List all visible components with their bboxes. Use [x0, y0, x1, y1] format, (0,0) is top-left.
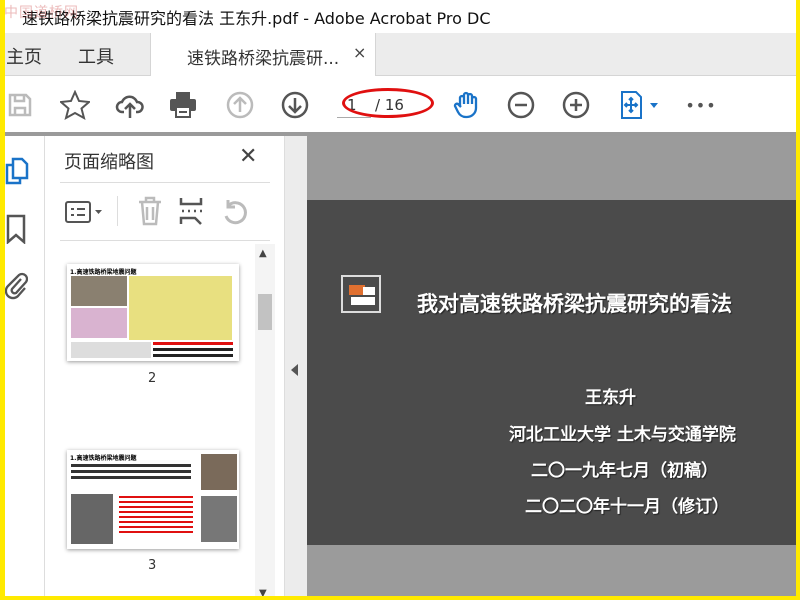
close-tab-icon[interactable]: × — [353, 43, 366, 62]
hand-icon[interactable] — [452, 90, 482, 120]
panel-title: 页面缩略图 — [64, 152, 154, 173]
insert-page-icon[interactable] — [179, 196, 205, 230]
tab-home[interactable]: 主页 — [6, 43, 42, 69]
thumbnail-page-3[interactable]: 1.高速铁路桥梁地震问题 — [67, 450, 239, 549]
divider — [117, 196, 118, 226]
slide-date-draft: 二〇一九年七月（初稿） — [531, 461, 718, 481]
bookmark-icon[interactable] — [6, 214, 26, 248]
slide-affiliation: 河北工业大学 土木与交通学院 — [509, 425, 736, 445]
fit-page-icon[interactable] — [617, 90, 663, 120]
slide-page-1: 我对高速铁路桥梁抗震研究的看法 王东升 河北工业大学 土木与交通学院 二〇一九年… — [307, 200, 800, 545]
divider — [60, 240, 270, 241]
tab-document[interactable]: 速铁路桥梁抗震研... × — [150, 33, 376, 76]
highlight-annotation — [342, 88, 434, 118]
zoom-in-icon[interactable] — [561, 90, 591, 120]
left-navigation — [0, 136, 45, 600]
tab-tools[interactable]: 工具 — [78, 43, 114, 69]
divider — [60, 182, 270, 183]
collapse-panel-handle[interactable] — [285, 136, 307, 600]
collapse-arrow-icon[interactable] — [291, 364, 298, 376]
options-menu-icon[interactable] — [65, 200, 109, 228]
thumbnail-heading: 1.高速铁路桥梁地震问题 — [70, 455, 137, 462]
zoom-out-icon[interactable] — [506, 90, 536, 120]
page-down-icon[interactable] — [280, 90, 310, 120]
page-thumbnails-icon[interactable] — [4, 156, 30, 190]
more-icon[interactable]: ••• — [685, 90, 716, 120]
cloud-upload-icon[interactable] — [115, 90, 145, 120]
tab-bar: 主页 工具 速铁路桥梁抗震研... × — [0, 33, 800, 76]
slide-logo — [341, 275, 381, 313]
rotate-icon[interactable] — [221, 198, 249, 230]
save-icon[interactable] — [5, 90, 35, 120]
window-title: 速铁路桥梁抗震研究的看法 王东升.pdf - Adobe Acrobat Pro… — [22, 8, 491, 28]
watermark: 中国道桥网 — [4, 5, 79, 21]
star-icon[interactable] — [60, 90, 90, 120]
slide-author: 王东升 — [585, 388, 636, 408]
attachment-icon[interactable] — [4, 270, 29, 304]
slide-title: 我对高速铁路桥梁抗震研究的看法 — [417, 292, 732, 316]
title-bar: 中国道桥网 速铁路桥梁抗震研究的看法 王东升.pdf - Adobe Acrob… — [0, 0, 800, 33]
delete-icon[interactable] — [137, 196, 163, 230]
thumbnails-panel: 页面缩略图 ✕ 1.高速铁路桥梁地震问题 2 1.高速铁路桥梁地震问题 3 ▲ … — [45, 136, 285, 600]
scrollbar-thumb[interactable] — [258, 294, 272, 330]
slide-date-revised: 二〇二〇年十一月（修订） — [525, 497, 729, 517]
scroll-up-icon[interactable]: ▲ — [259, 248, 267, 259]
thumbnail-page-2[interactable]: 1.高速铁路桥梁地震问题 — [67, 264, 239, 361]
close-panel-icon[interactable]: ✕ — [239, 144, 257, 169]
document-view[interactable]: 我对高速铁路桥梁抗震研究的看法 王东升 河北工业大学 土木与交通学院 二〇一九年… — [307, 136, 800, 600]
thumbnail-scrollbar[interactable]: ▲ ▼ — [255, 244, 275, 600]
tab-document-label: 速铁路桥梁抗震研... — [187, 49, 340, 69]
thumbnail-page-number: 2 — [148, 371, 157, 386]
print-icon[interactable] — [168, 90, 198, 120]
thumbnail-heading: 1.高速铁路桥梁地震问题 — [70, 269, 137, 276]
thumbnail-page-number: 3 — [148, 558, 157, 573]
page-up-icon[interactable] — [225, 90, 255, 120]
scroll-down-icon[interactable]: ▼ — [259, 588, 267, 599]
